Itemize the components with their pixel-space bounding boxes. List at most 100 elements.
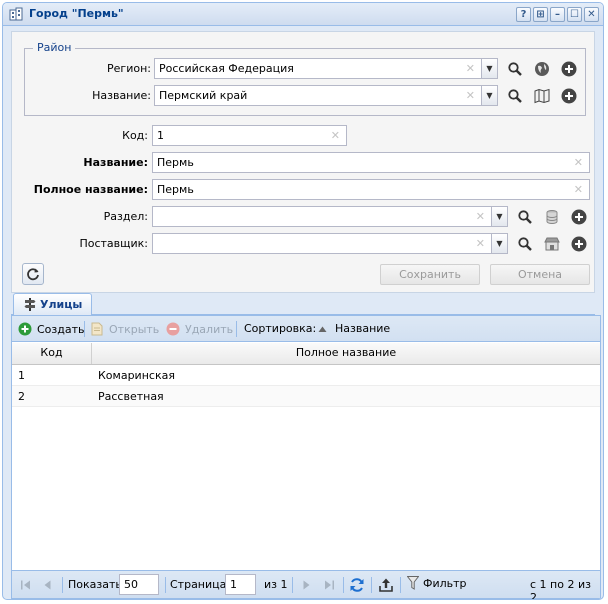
page-size-input[interactable]: 50 (119, 574, 159, 595)
filter-button[interactable]: Фильтр (407, 576, 467, 590)
region-globe-button[interactable] (531, 58, 553, 79)
table-row[interactable]: 2 Рассветная (12, 386, 600, 407)
page-count-label: из 1 (264, 578, 288, 591)
tab-streets-label: Улицы (40, 298, 83, 311)
fullname-field[interactable]: Пермь ✕ (152, 179, 590, 200)
supplier-store-button[interactable] (541, 233, 563, 254)
prev-page-icon[interactable] (42, 579, 54, 591)
clear-icon[interactable]: ✕ (466, 89, 475, 102)
clear-icon[interactable]: ✕ (331, 129, 340, 142)
section-database-button[interactable] (541, 206, 563, 227)
window-titlebar[interactable]: Город "Пермь" ? ⊞ – ☐ ✕ (3, 3, 603, 26)
pager-separator (62, 577, 63, 593)
table-row[interactable]: 1 Комаринская (12, 365, 600, 386)
clear-icon[interactable]: ✕ (466, 62, 475, 75)
row-code: 2 (18, 390, 25, 403)
rayon-name-combo[interactable]: Пермский край ✕ ▼ (154, 85, 498, 106)
search-icon (518, 209, 532, 224)
grid-header: Код Полное название (12, 343, 600, 365)
save-button[interactable]: Сохранить (380, 264, 480, 285)
region-add-button[interactable] (558, 58, 580, 79)
section-combo[interactable]: ✕ ▼ (152, 206, 508, 227)
paging-toolbar: Показать 50 Страница 1 из 1 Фильтр с 1 п… (12, 570, 600, 600)
search-icon (518, 236, 532, 251)
open-label: Открыть (109, 322, 160, 336)
chevron-down-icon[interactable]: ▼ (491, 206, 508, 227)
plus-circle-icon (571, 209, 587, 224)
plus-circle-icon (561, 88, 577, 103)
name-field[interactable]: Пермь ✕ (152, 152, 590, 173)
region-combo[interactable]: Российская Федерация ✕ ▼ (154, 58, 498, 79)
chevron-down-icon[interactable]: ▼ (491, 233, 508, 254)
next-page-icon[interactable] (300, 579, 312, 591)
delete-button[interactable]: Удалить (166, 322, 233, 336)
reload-button[interactable] (22, 263, 44, 285)
supplier-add-button[interactable] (568, 233, 590, 254)
supplier-combo[interactable]: ✕ ▼ (152, 233, 508, 254)
row-code: 1 (18, 369, 25, 382)
row-name: Комаринская (98, 369, 175, 382)
code-field[interactable]: 1 ✕ (152, 125, 347, 146)
export-icon[interactable] (378, 577, 394, 593)
toolbar-separator (84, 321, 85, 337)
rayon-search-button[interactable] (504, 85, 526, 106)
map-icon (534, 88, 550, 103)
store-icon (544, 237, 560, 250)
paging-summary: с 1 по 2 из 2 (530, 578, 591, 600)
cancel-button[interactable]: Отмена (490, 264, 590, 285)
code-value: 1 (157, 129, 164, 142)
rayon-name-value: Пермский край (159, 89, 248, 102)
supplier-search-button[interactable] (514, 233, 536, 254)
page-size-value: 50 (124, 578, 138, 591)
close-tool-button[interactable]: ✕ (584, 7, 599, 22)
region-search-button[interactable] (504, 58, 526, 79)
clear-icon[interactable]: ✕ (476, 237, 485, 250)
building-icon (9, 7, 23, 21)
sort-by-name-button[interactable]: Название (318, 322, 390, 335)
pager-separator (343, 577, 344, 593)
section-search-button[interactable] (514, 206, 536, 227)
refresh-icon (27, 268, 39, 281)
page-size-label: Показать (68, 578, 122, 591)
tab-streets[interactable]: Улицы (13, 293, 92, 315)
open-button[interactable]: Открыть (90, 322, 159, 336)
search-icon (508, 88, 522, 103)
clear-icon[interactable]: ✕ (574, 156, 583, 169)
refresh-icon[interactable] (349, 577, 365, 593)
rayon-name-label: Название: (92, 89, 151, 102)
row-name: Рассветная (98, 390, 164, 403)
search-icon (508, 61, 522, 76)
maximize-tool-button[interactable]: ☐ (567, 7, 582, 22)
page-label: Страница (170, 578, 227, 591)
rayon-add-button[interactable] (558, 85, 580, 106)
section-label: Раздел: (103, 210, 148, 223)
fullname-label: Полное название: (33, 183, 148, 196)
first-page-icon[interactable] (20, 579, 32, 591)
chevron-down-icon[interactable]: ▼ (481, 58, 498, 79)
create-button[interactable]: Создать (18, 322, 85, 336)
rayon-map-button[interactable] (531, 85, 553, 106)
plus-circle-icon (571, 236, 587, 251)
help-tool-button[interactable]: ? (516, 7, 531, 22)
minimize-tool-button[interactable]: – (550, 7, 565, 22)
pager-separator (371, 577, 372, 593)
last-page-icon[interactable] (323, 579, 335, 591)
grid-toolbar: Создать Открыть Удалить Сортировка: Назв… (12, 316, 600, 342)
pin-tool-button[interactable]: ⊞ (533, 7, 548, 22)
section-add-button[interactable] (568, 206, 590, 227)
plus-circle-icon (561, 61, 577, 76)
sort-label: Сортировка: (244, 322, 317, 335)
name-label: Название: (83, 156, 148, 169)
rayon-fieldset: Район Регион: Российская Федерация ✕ ▼ Н… (24, 41, 586, 116)
sort-field-label: Название (335, 322, 391, 335)
chevron-down-icon[interactable]: ▼ (481, 85, 498, 106)
globe-icon (535, 61, 549, 76)
page-number-input[interactable]: 1 (225, 574, 256, 595)
column-header-code[interactable]: Код (12, 343, 92, 364)
pager-separator (292, 577, 293, 593)
column-header-fullname[interactable]: Полное название (92, 343, 600, 364)
clear-icon[interactable]: ✕ (574, 183, 583, 196)
page-number-value: 1 (230, 578, 237, 591)
clear-icon[interactable]: ✕ (476, 210, 485, 223)
tab-bar: Улицы (11, 293, 595, 315)
